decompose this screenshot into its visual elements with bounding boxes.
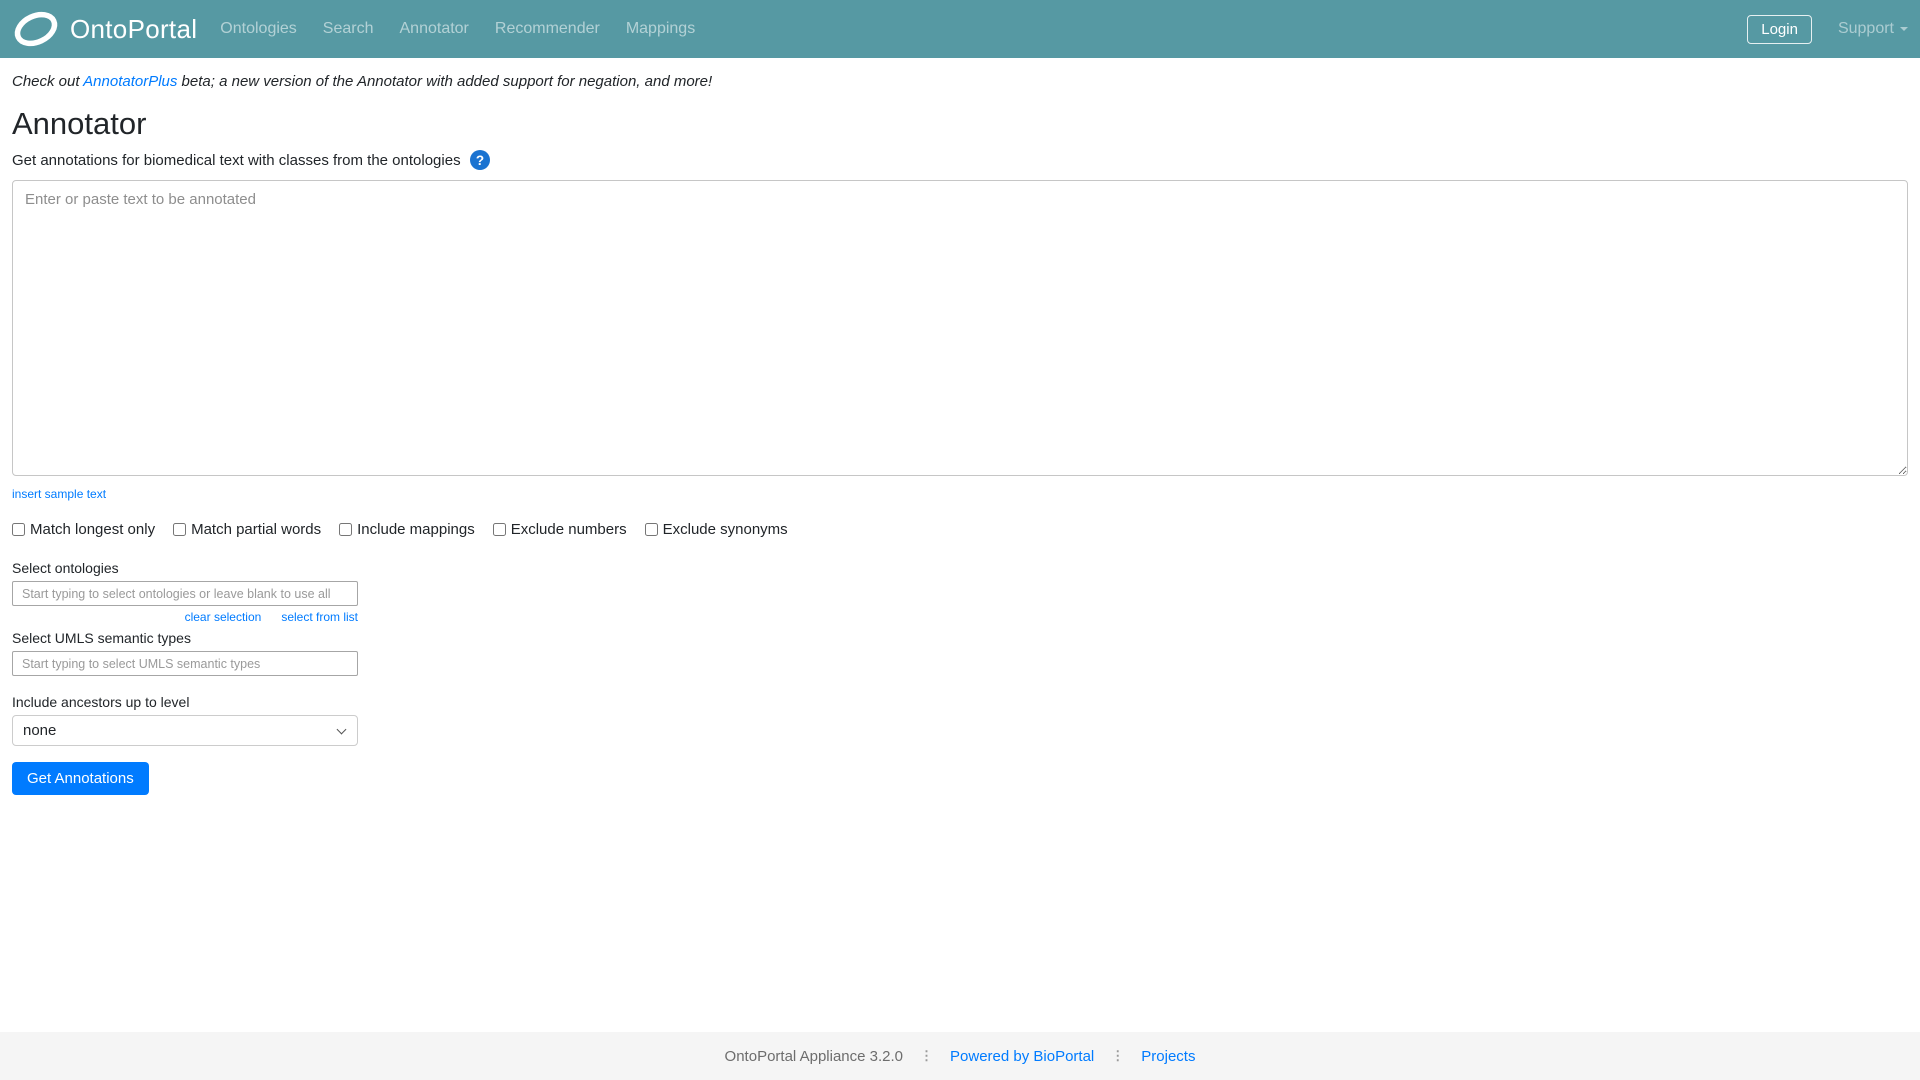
dots-separator-icon: ⋮ xyxy=(920,1048,934,1063)
ancestors-level-label: Include ancestors up to level xyxy=(12,694,190,710)
nav-item-search[interactable]: Search xyxy=(310,20,387,38)
projects-link[interactable]: Projects xyxy=(1141,1048,1195,1065)
annotation-text-input[interactable] xyxy=(12,180,1908,476)
select-umls-group: Select UMLS semantic types xyxy=(12,630,1908,676)
ontologies-links-row: clear selection select from list xyxy=(12,610,358,624)
checkbox-label: Match partial words xyxy=(191,521,322,538)
checkbox-exclude-synonyms[interactable]: Exclude synonyms xyxy=(644,521,788,538)
select-ontologies-label: Select ontologies xyxy=(12,560,119,576)
footer: OntoPortal Appliance 3.2.0 ⋮ Powered by … xyxy=(0,1032,1920,1080)
checkbox-label: Include mappings xyxy=(357,521,475,538)
ontoportal-logo-icon xyxy=(12,9,60,49)
caret-down-icon xyxy=(1900,27,1908,31)
clear-selection-link[interactable]: clear selection xyxy=(185,610,262,624)
checkbox-match-longest-only[interactable]: Match longest only xyxy=(12,521,155,538)
get-annotations-button[interactable]: Get Annotations xyxy=(12,762,149,795)
announcement-banner: Check out AnnotatorPlus beta; a new vers… xyxy=(12,73,1908,90)
nav-item-ontologies[interactable]: Ontologies xyxy=(207,20,310,38)
question-circle-icon[interactable]: ? xyxy=(469,150,490,170)
navbar-right: Login Support xyxy=(1747,14,1908,44)
ancestors-select-wrap: none xyxy=(12,715,358,746)
main-content: Check out AnnotatorPlus beta; a new vers… xyxy=(0,58,1920,1032)
appliance-version-text: OntoPortal Appliance 3.2.0 xyxy=(724,1047,904,1065)
ontologies-input[interactable] xyxy=(12,581,358,606)
page-title: Annotator xyxy=(12,106,147,141)
checkbox-match-partial-words[interactable]: Match partial words xyxy=(173,521,321,538)
umls-semantic-types-input[interactable] xyxy=(12,651,358,676)
match-partial-words-checkbox[interactable] xyxy=(173,523,187,536)
select-umls-label: Select UMLS semantic types xyxy=(12,630,191,646)
dots-separator-icon: ⋮ xyxy=(1111,1048,1125,1063)
insert-sample-text-link[interactable]: insert sample text xyxy=(12,487,106,501)
checkbox-include-mappings[interactable]: Include mappings xyxy=(339,521,475,538)
annotatorplus-link[interactable]: AnnotatorPlus xyxy=(83,73,177,90)
nav-item-recommender[interactable]: Recommender xyxy=(482,20,613,38)
powered-by-bioportal-link[interactable]: Powered by BioPortal xyxy=(950,1048,1094,1065)
announcement-text: Check out xyxy=(12,73,84,90)
checkbox-exclude-numbers[interactable]: Exclude numbers xyxy=(492,521,627,538)
exclude-synonyms-checkbox[interactable] xyxy=(644,523,658,536)
match-longest-only-checkbox[interactable] xyxy=(12,523,25,536)
navbar: OntoPortal Ontologies Search Annotator R… xyxy=(0,0,1920,58)
brand[interactable]: OntoPortal xyxy=(12,9,197,49)
svg-text:?: ? xyxy=(475,153,483,168)
nav-item-annotator[interactable]: Annotator xyxy=(387,20,482,38)
exclude-numbers-checkbox[interactable] xyxy=(492,523,506,536)
page-subtitle-row: Get annotations for biomedical text with… xyxy=(12,150,1908,170)
select-from-list-link[interactable]: select from list xyxy=(281,610,358,624)
page-subtitle: Get annotations for biomedical text with… xyxy=(12,151,461,169)
support-label: Support xyxy=(1837,20,1894,37)
checkbox-label: Exclude numbers xyxy=(510,521,627,538)
brand-name: OntoPortal xyxy=(70,13,198,44)
include-mappings-checkbox[interactable] xyxy=(339,523,353,536)
ancestors-group: Include ancestors up to level none xyxy=(12,694,1908,746)
nav-item-mappings[interactable]: Mappings xyxy=(613,20,708,38)
checkbox-label: Match longest only xyxy=(30,521,156,538)
support-dropdown[interactable]: Support xyxy=(1838,20,1908,38)
checkbox-label: Exclude synonyms xyxy=(662,521,788,538)
announcement-text: beta; a new version of the Annotator wit… xyxy=(177,73,713,90)
login-button[interactable]: Login xyxy=(1747,14,1812,44)
select-ontologies-group: Select ontologies clear selection select… xyxy=(12,560,1908,624)
ancestors-level-select[interactable]: none xyxy=(12,715,358,746)
nav-links: Ontologies Search Annotator Recommender … xyxy=(207,20,708,38)
options-checkbox-row: Match longest only Match partial words I… xyxy=(12,521,1908,538)
